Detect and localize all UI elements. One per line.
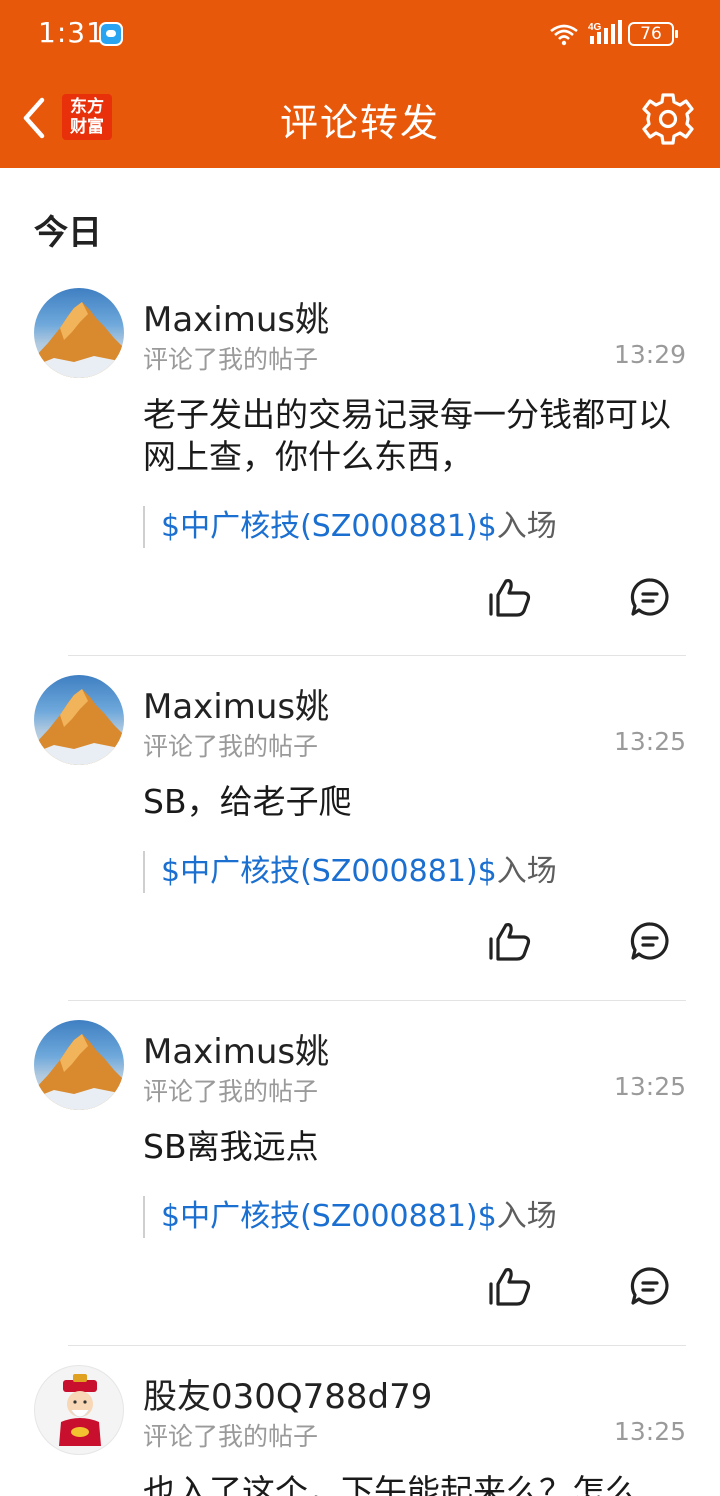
wifi-icon	[550, 24, 578, 46]
timestamp: 13:25	[613, 1072, 686, 1101]
mountain-avatar-icon	[34, 1034, 124, 1110]
quote-suffix: 入场	[496, 1199, 557, 1234]
action-text: 评论了我的帖子	[143, 345, 319, 374]
notification-item[interactable]: Maximus姚 评论了我的帖子 13:25 SB，给老子爬 $中广核技(SZ0…	[0, 675, 720, 975]
message-notification-icon	[99, 22, 123, 46]
action-text: 评论了我的帖子	[143, 732, 319, 761]
stock-link[interactable]: $中广核技(SZ000881)$	[161, 1199, 497, 1234]
username[interactable]: 股友030Q788d79	[143, 1369, 432, 1418]
battery-icon: 76	[628, 22, 678, 46]
timestamp: 13:25	[613, 1417, 686, 1446]
notification-item[interactable]: 股友030Q788d79 评论了我的帖子 13:25 也入了这个，下午能起来么？…	[0, 1365, 720, 1496]
comment-icon[interactable]	[630, 577, 670, 617]
quote-suffix: 入场	[496, 509, 557, 544]
action-text: 评论了我的帖子	[143, 1422, 319, 1451]
god-of-wealth-avatar-icon	[59, 1374, 101, 1446]
mountain-avatar-icon	[34, 302, 124, 378]
mountain-avatar-icon	[34, 689, 124, 765]
comment-content: SB离我远点	[143, 1127, 319, 1166]
avatar[interactable]	[34, 1365, 124, 1455]
comment-icon[interactable]	[630, 921, 670, 961]
timestamp: 13:29	[613, 340, 686, 369]
avatar[interactable]	[34, 288, 124, 378]
quoted-post[interactable]: $中广核技(SZ000881)$入场	[143, 1196, 557, 1238]
svg-text:4G: 4G	[588, 22, 602, 33]
status-bar: 1:31 4G 76	[0, 0, 720, 70]
cellular-4g-signal-icon: 4G	[588, 20, 622, 44]
nav-bar: 东方 财富 评论转发	[0, 70, 720, 168]
username[interactable]: Maximus姚	[143, 292, 329, 341]
status-time: 1:31	[38, 16, 105, 49]
username[interactable]: Maximus姚	[143, 1024, 329, 1073]
comment-content: 老子发出的交易记录每一分钱都可以网上查，你什么东西，	[143, 395, 671, 476]
divider	[68, 1345, 686, 1346]
stock-link[interactable]: $中广核技(SZ000881)$	[161, 509, 497, 544]
quote-suffix: 入场	[496, 854, 557, 889]
quoted-post[interactable]: $中广核技(SZ000881)$入场	[143, 506, 557, 548]
comment-content: SB，给老子爬	[143, 782, 352, 821]
thumbs-up-icon[interactable]	[488, 921, 532, 961]
thumbs-up-icon[interactable]	[488, 577, 532, 617]
avatar[interactable]	[34, 675, 124, 765]
comment-content: 也入了这个，下午能起来么？怎么	[143, 1472, 638, 1496]
divider	[68, 1000, 686, 1001]
notification-item[interactable]: Maximus姚 评论了我的帖子 13:25 SB离我远点 $中广核技(SZ00…	[0, 1020, 720, 1320]
comment-icon[interactable]	[630, 1266, 670, 1306]
stock-link[interactable]: $中广核技(SZ000881)$	[161, 854, 497, 889]
quoted-post[interactable]: $中广核技(SZ000881)$入场	[143, 851, 557, 893]
notification-item[interactable]: Maximus姚 评论了我的帖子 13:29 老子发出的交易记录每一分钱都可以网…	[0, 288, 720, 617]
gear-icon[interactable]	[638, 91, 698, 147]
app-header: 1:31 4G 76 东方 财富 评论转发	[0, 0, 720, 168]
thumbs-up-icon[interactable]	[488, 1266, 532, 1306]
section-title-today: 今日	[34, 213, 102, 253]
action-text: 评论了我的帖子	[143, 1077, 319, 1106]
username[interactable]: Maximus姚	[143, 679, 329, 728]
page-title: 评论转发	[279, 101, 440, 145]
avatar[interactable]	[34, 1020, 124, 1110]
divider	[68, 655, 686, 656]
timestamp: 13:25	[613, 727, 686, 756]
